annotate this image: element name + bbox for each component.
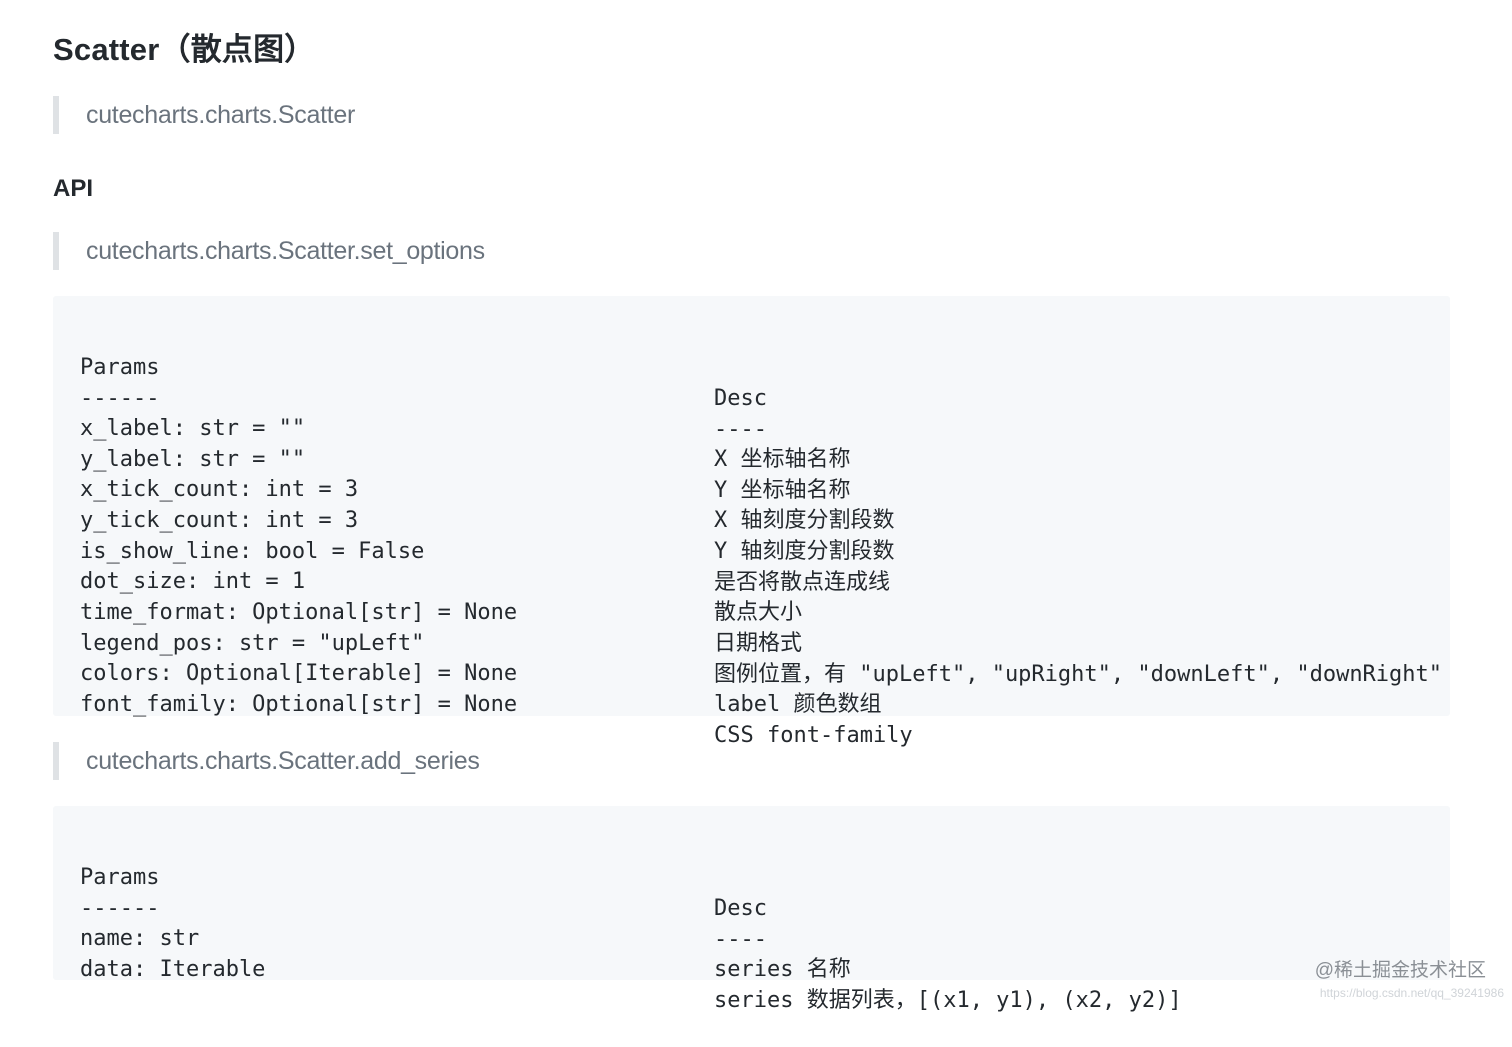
param-signature: font_family: Optional[str] = None xyxy=(80,692,518,717)
param-row-is-show-line: is_show_line: bool = False 是否将散点连成线 xyxy=(53,505,1450,595)
params-header-row: Params Desc xyxy=(53,831,1450,921)
param-description: CSS font-family xyxy=(714,723,913,748)
add-series-code-block: Params Desc ------ ---- name: str series… xyxy=(53,806,1450,1013)
param-signature: data: Iterable xyxy=(80,957,266,982)
page-title: Scatter（散点图） xyxy=(53,32,316,67)
param-row-y-label: y_label: str = "" Y 坐标轴名称 xyxy=(53,413,1450,503)
site-watermark: @稀土掘金技术社区 xyxy=(1314,960,1486,981)
add-series-quote: cutecharts.charts.Scatter.add_series xyxy=(53,742,480,780)
api-heading: API xyxy=(53,175,94,202)
param-description: series 名称 xyxy=(714,957,851,982)
param-row-y-tick-count: y_tick_count: int = 3 Y 轴刻度分割段数 xyxy=(53,474,1450,564)
param-row-legend-pos: legend_pos: str = "upLeft" 图例位置，有 "upLef… xyxy=(53,597,1450,687)
param-row-font-family: font_family: Optional[str] = None CSS fo… xyxy=(53,658,1450,748)
watermark-url: https://blog.csdn.net/qq_39241986 xyxy=(1319,986,1504,1000)
param-row-dot-size: dot_size: int = 1 散点大小 xyxy=(53,535,1450,625)
param-row-time-format: time_format: Optional[str] = None 日期格式 xyxy=(53,566,1450,656)
set-options-code-block: Params Desc ------ ---- x_label: str = "… xyxy=(53,296,1450,748)
class-path-quote: cutecharts.charts.Scatter xyxy=(53,96,355,134)
params-header-row: Params Desc xyxy=(53,321,1450,411)
set-options-quote: cutecharts.charts.Scatter.set_options xyxy=(53,232,485,270)
param-description: series 数据列表，[(x1, y1), (x2, y2)] xyxy=(714,988,1182,1013)
param-row-data: data: Iterable series 数据列表，[(x1, y1), (x… xyxy=(53,923,1450,1013)
header-underline-row: ------ ---- xyxy=(53,862,1450,952)
param-row-x-tick-count: x_tick_count: int = 3 X 轴刻度分割段数 xyxy=(53,443,1450,533)
header-underline-row: ------ ---- xyxy=(53,352,1450,442)
param-description: label 颜色数组 xyxy=(714,692,882,717)
param-row-colors: colors: Optional[Iterable] = None label … xyxy=(53,627,1450,717)
param-row-x-label: x_label: str = "" X 坐标轴名称 xyxy=(53,382,1450,472)
param-row-name: name: str series 名称 xyxy=(53,892,1450,982)
